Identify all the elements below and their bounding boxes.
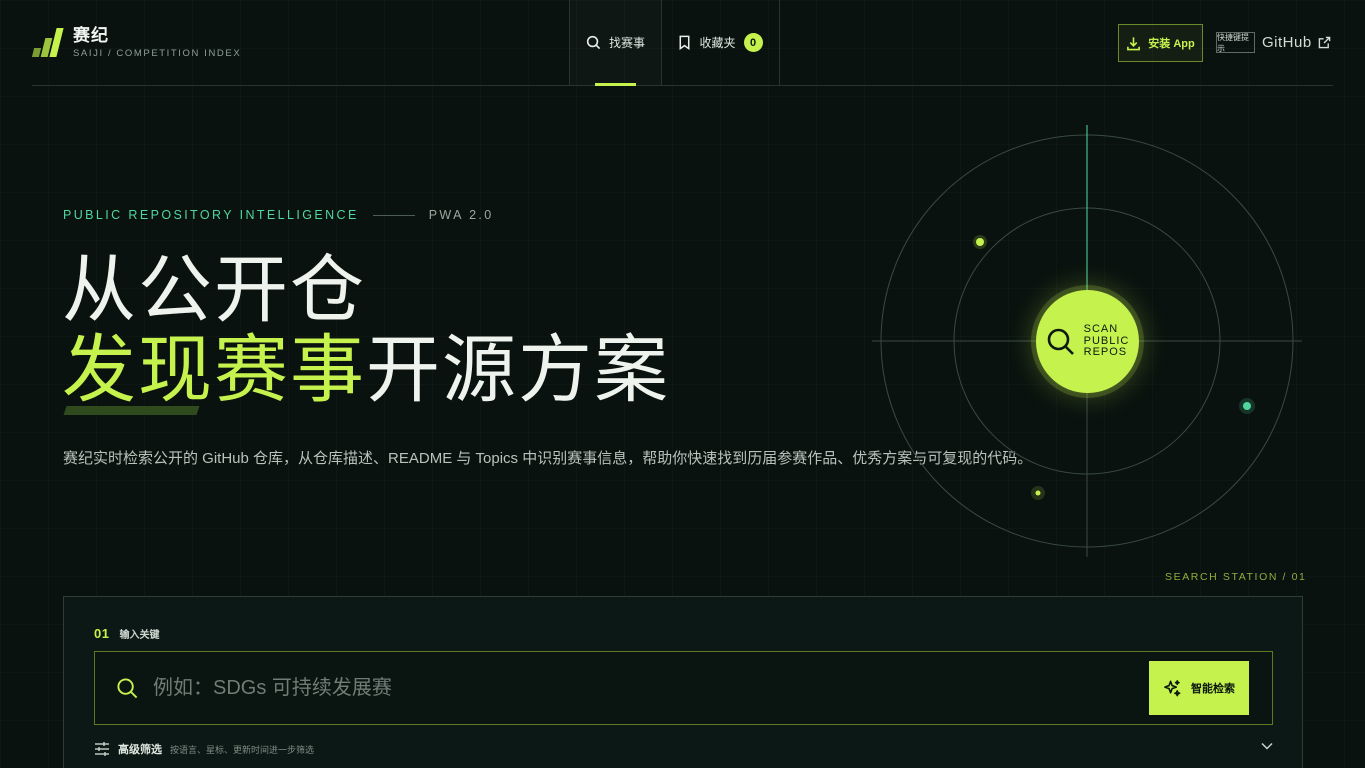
hero-title-line2: 发现赛事开源方案 <box>62 330 670 410</box>
bookmark-icon <box>680 35 690 50</box>
hero-title-rest: 开源方案 <box>366 328 670 411</box>
install-app-label: 安装 App <box>1148 38 1195 50</box>
hero-eyebrow: PUBLIC REPOSITORY INTELLIGENCE PWA 2.0 <box>63 208 494 222</box>
hero-title-line1: 从公开仓 <box>62 248 366 331</box>
chevron-down-icon <box>1261 742 1273 750</box>
accent-underline <box>63 406 200 415</box>
advanced-filter-hint: 按语言、星标、更新时间进一步筛选 <box>170 744 315 755</box>
sliders-icon <box>95 742 109 756</box>
brand-name: 赛纪 <box>73 26 109 45</box>
hero-title: 从公开仓 发现赛事开源方案 <box>62 250 670 410</box>
github-label: GitHub <box>1262 34 1312 51</box>
eyebrow-divider <box>372 214 415 216</box>
saved-count-badge: 0 <box>743 33 763 52</box>
hero-title-accent: 发现赛事 <box>62 328 366 411</box>
search-panel: 01 输入关键 智能检索 高级筛选 按语言、星标、更新时间进一步筛选 <box>63 596 1303 768</box>
sparkle-icon <box>1164 679 1181 696</box>
tab-saved-label: 收藏夹 <box>699 36 736 50</box>
search-station-label: SEARCH STATION / 01 <box>1165 571 1307 583</box>
download-icon <box>1127 36 1141 50</box>
step-label: 输入关键 <box>119 630 160 641</box>
shortcut-hint[interactable]: 快捷键提示 <box>1216 32 1255 53</box>
step-number: 01 <box>94 626 110 641</box>
smart-search-label: 智能检索 <box>1191 683 1235 695</box>
tab-search[interactable]: 找赛事 <box>570 0 662 86</box>
install-app-button[interactable]: 安装 App <box>1118 24 1203 62</box>
brand-logo[interactable]: 赛纪 SAIJI / COMPETITION INDEX <box>31 26 242 59</box>
search-box: 智能检索 <box>94 651 1273 725</box>
tab-saved[interactable]: 收藏夹 0 <box>662 0 780 85</box>
search-step-header: 01 输入关键 <box>94 626 159 641</box>
search-field-icon <box>116 677 139 705</box>
scan-repos-button[interactable]: SCAN PUBLIC REPOS <box>1036 290 1139 393</box>
top-header: 赛纪 SAIJI / COMPETITION INDEX 找赛事 收藏夹 0 安… <box>31 0 1333 86</box>
search-icon <box>586 35 601 50</box>
github-link[interactable]: GitHub <box>1262 32 1331 53</box>
version-label: PWA 2.0 <box>428 208 494 222</box>
bar-chart-logo-icon <box>31 27 64 59</box>
search-input[interactable] <box>153 666 1133 710</box>
smart-search-button[interactable]: 智能检索 <box>1149 661 1249 715</box>
radar-blip-3-core <box>1035 490 1041 496</box>
external-link-icon <box>1318 36 1330 49</box>
tab-search-label: 找赛事 <box>608 36 645 50</box>
eyebrow-tagline: PUBLIC REPOSITORY INTELLIGENCE <box>63 208 359 222</box>
radar-blip-1-core <box>976 238 984 246</box>
advanced-filter-title: 高级筛选 <box>118 744 162 756</box>
magnifier-icon <box>117 678 138 699</box>
main-nav: 找赛事 收藏夹 0 <box>569 0 780 86</box>
radar-blip-2-core <box>1243 402 1251 410</box>
scan-search-icon <box>1047 328 1074 355</box>
brand-subtitle: SAIJI / COMPETITION INDEX <box>73 48 242 59</box>
advanced-filter-toggle[interactable]: 高级筛选 按语言、星标、更新时间进一步筛选 <box>94 739 1273 759</box>
scan-label-3: REPOS <box>1083 346 1128 359</box>
